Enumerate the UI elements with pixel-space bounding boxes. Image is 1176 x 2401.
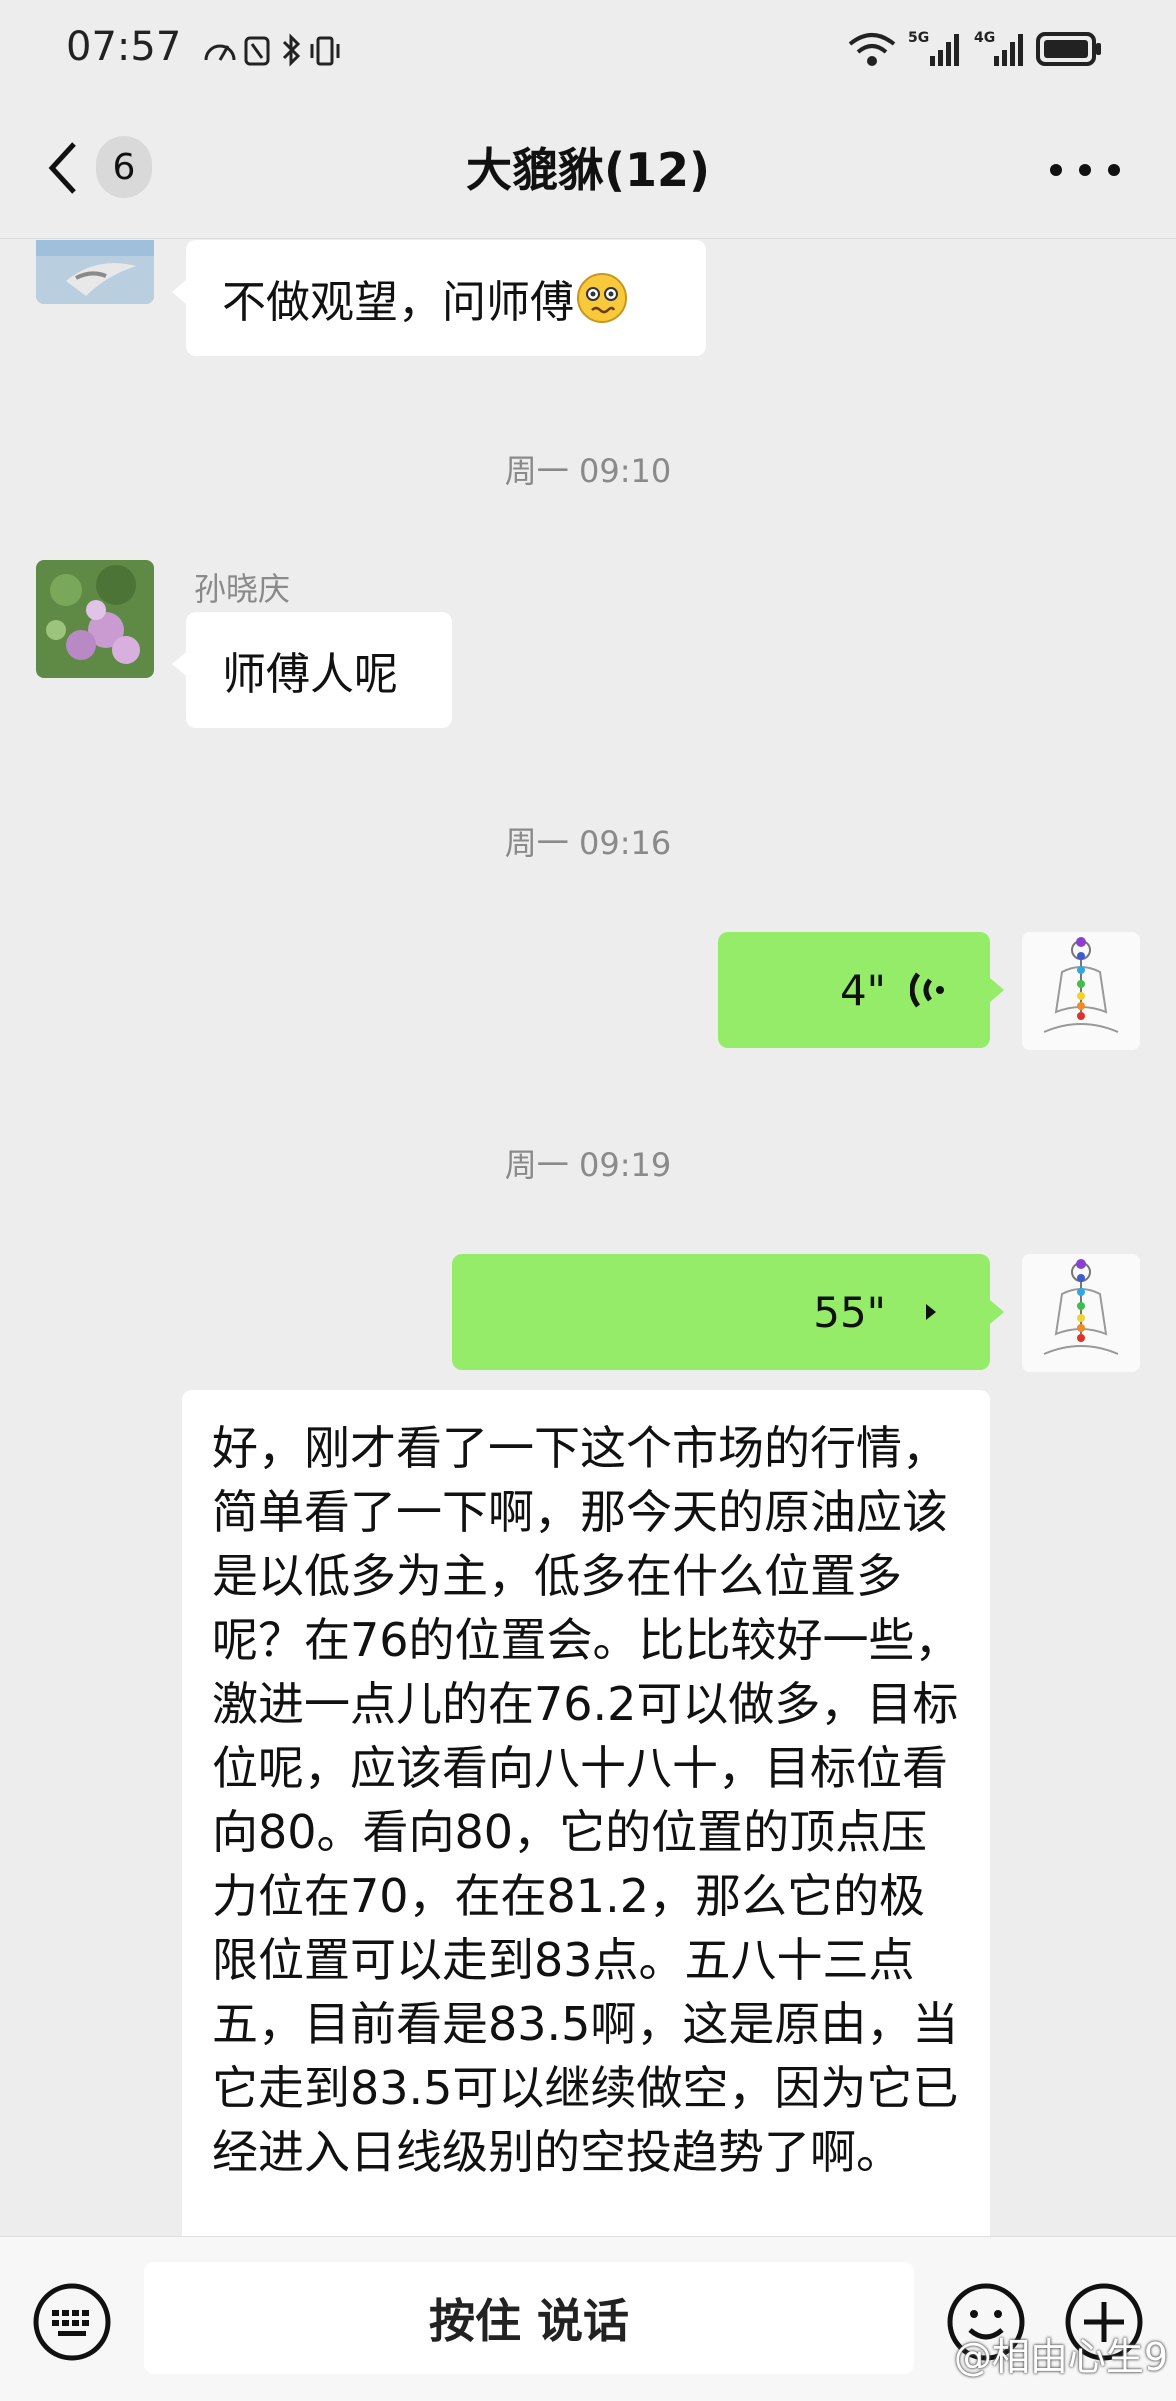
sender-name: 孙晓庆	[194, 570, 291, 608]
message-1-text: 不做观望，问师傅	[222, 277, 574, 328]
timestamp-2: 周一 09:16	[504, 824, 672, 862]
avatar-bird[interactable]	[36, 240, 154, 304]
bubble-tail	[172, 280, 186, 304]
speedometer-icon	[204, 44, 236, 61]
voice-playing-dot-icon	[926, 1304, 936, 1320]
keyboard-icon[interactable]	[32, 2282, 112, 2362]
timestamp-3: 周一 09:19	[504, 1146, 672, 1184]
network-4g-label: 4G	[974, 30, 995, 46]
message-bubble-2[interactable]: 师傅人呢	[186, 612, 452, 728]
voice-message-1[interactable]: 4"	[718, 932, 990, 1048]
chat-title: 大貔貅(12)	[465, 143, 711, 197]
header-divider	[0, 238, 1176, 239]
voice-duration-2: 55"	[813, 1288, 886, 1337]
status-right-icons: 5G 4G	[848, 30, 1101, 66]
voice-message-2[interactable]: 55"	[452, 1254, 990, 1370]
woozy-face-emoji-icon	[576, 272, 628, 324]
timestamp-1: 周一 09:10	[504, 452, 672, 490]
message-2-text: 师傅人呢	[222, 649, 398, 700]
hold-to-talk-button[interactable]: 按住 说话	[144, 2262, 914, 2374]
bubble-tail	[990, 978, 1004, 1002]
message-bubble-1[interactable]: 不做观望，问师傅	[186, 240, 706, 356]
network-5g-label: 5G	[908, 30, 929, 46]
bluetooth-icon	[282, 33, 301, 67]
voice-wave-icon	[910, 972, 944, 1008]
avatar-meditation[interactable]	[1022, 932, 1140, 1050]
status-time: 07:57	[66, 24, 182, 70]
watermark-text: @相由心生9	[953, 2335, 1168, 2379]
voice-duration-1: 4"	[839, 966, 886, 1015]
more-options-icon[interactable]	[1050, 150, 1120, 190]
avatar-flowers[interactable]	[36, 560, 154, 678]
vibrate-icon	[310, 36, 340, 66]
signal-5g-icon	[930, 34, 959, 66]
battery-icon	[1036, 32, 1101, 66]
nfc-icon	[244, 36, 270, 66]
bubble-tail	[990, 1300, 1004, 1324]
signal-4g-icon	[994, 34, 1023, 66]
status-indicator-icons	[204, 33, 340, 67]
avatar-meditation[interactable]	[1022, 1254, 1140, 1372]
bubble-tail	[172, 652, 186, 676]
wifi-icon	[848, 33, 896, 66]
